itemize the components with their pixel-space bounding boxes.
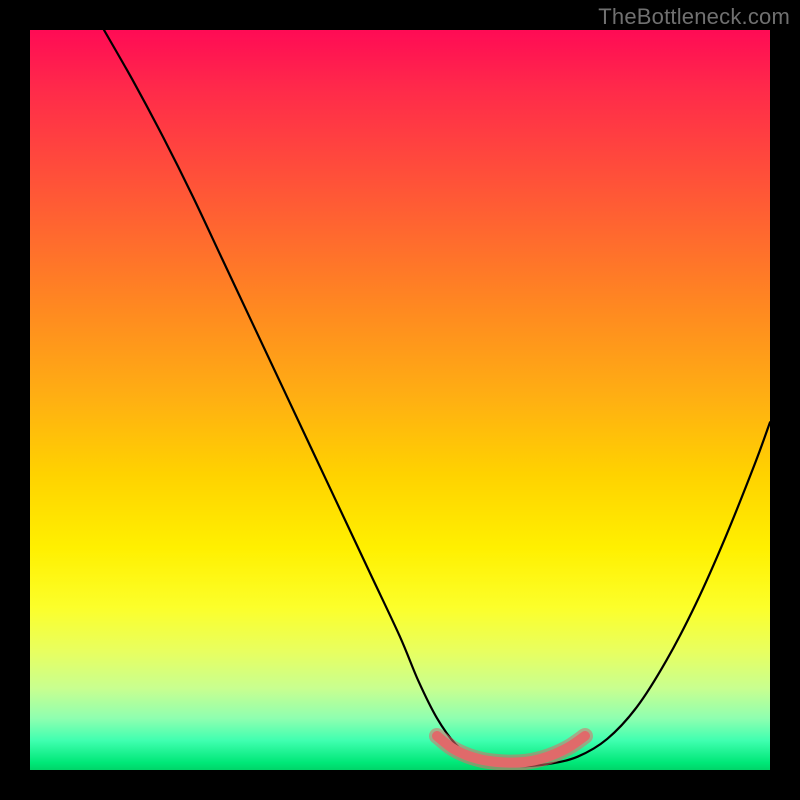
chart-frame: TheBottleneck.com (0, 0, 800, 800)
bottleneck-curve (104, 30, 770, 766)
chart-svg (30, 30, 770, 770)
watermark-text: TheBottleneck.com (598, 4, 790, 30)
chart-plot-area (30, 30, 770, 770)
